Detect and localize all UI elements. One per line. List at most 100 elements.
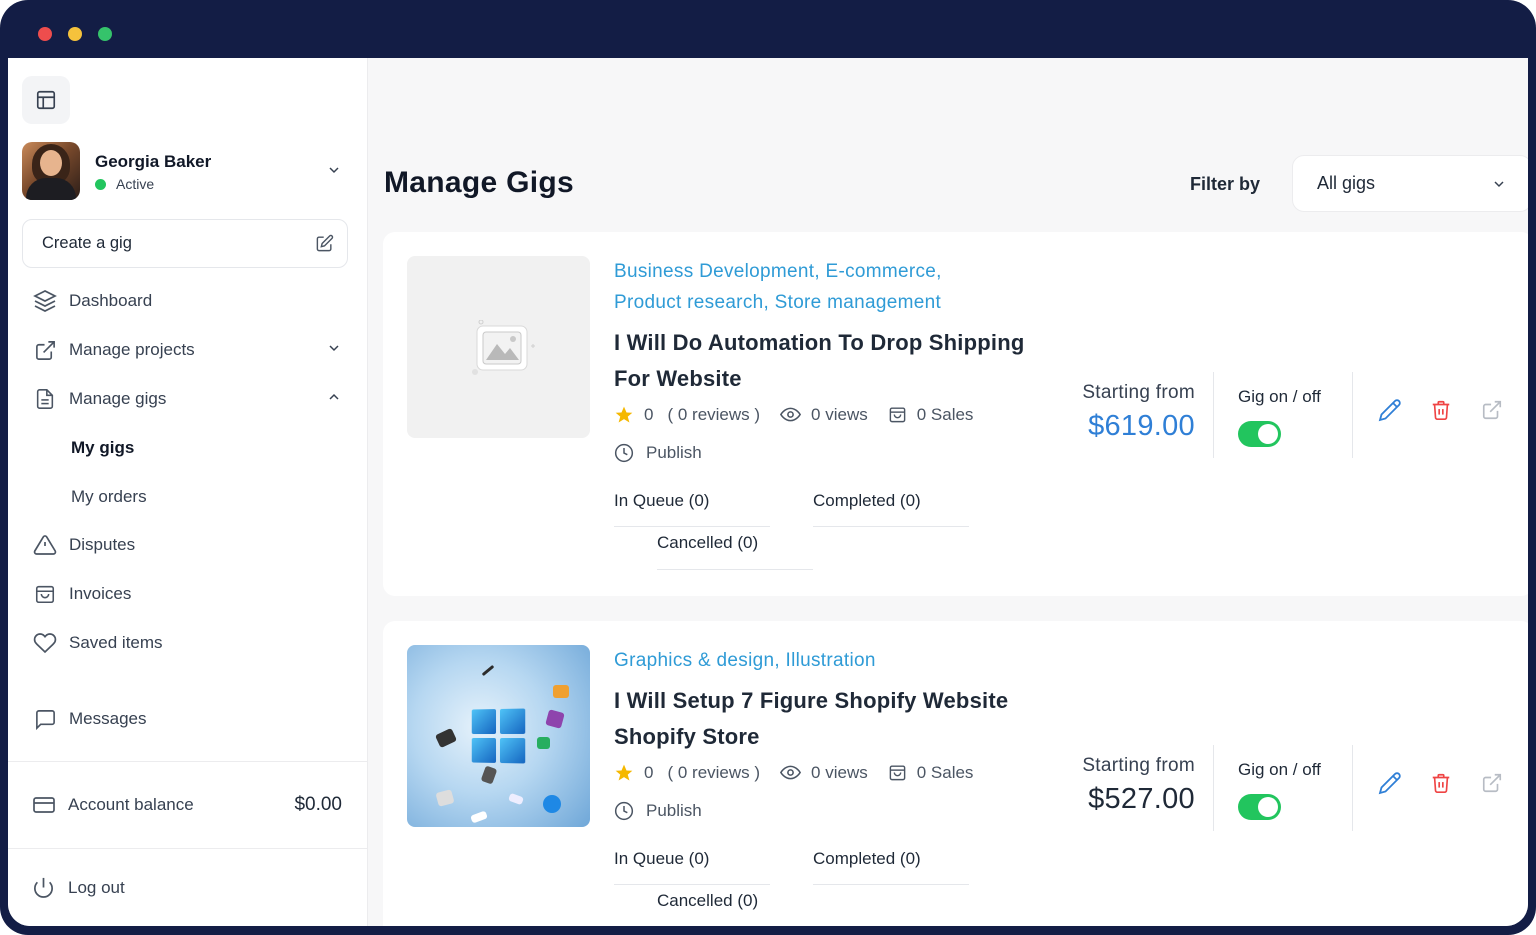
eye-icon xyxy=(780,407,802,422)
edit-gig-button[interactable] xyxy=(1376,396,1404,424)
gig-card: Graphics & design, Illustration I Will S… xyxy=(383,621,1528,926)
trash-icon xyxy=(1432,773,1450,793)
gig-sales-value: 0 Sales xyxy=(916,404,974,424)
filter-label: Filter by xyxy=(1190,174,1261,194)
edit-gig-button[interactable] xyxy=(1376,769,1404,797)
bag-icon xyxy=(889,407,906,423)
price-value: $619.00 xyxy=(1088,410,1195,442)
chevron-down-icon[interactable] xyxy=(326,162,342,183)
filter-select[interactable]: All gigs xyxy=(1292,155,1528,212)
tab-cancelled[interactable]: Cancelled (0) xyxy=(657,533,758,553)
tab-in-queue[interactable]: In Queue (0) xyxy=(614,491,709,511)
bag-icon xyxy=(32,581,58,607)
clock-icon xyxy=(614,443,634,463)
layout-icon xyxy=(36,90,56,110)
tab-completed[interactable]: Completed (0) xyxy=(813,849,921,869)
gig-categories-line: Business Development, E-commerce, xyxy=(614,261,942,282)
gig-stats: 0 ( 0 reviews ) 0 views 0 Sales xyxy=(614,404,993,425)
sidebar-item-manage-gigs[interactable]: Manage gigs xyxy=(32,381,342,417)
sidebar-item-invoices[interactable]: Invoices xyxy=(32,576,342,612)
account-balance-value: $0.00 xyxy=(294,794,342,815)
tab-underline xyxy=(614,884,770,885)
window-frame: Georgia Baker Active Create a gig Dashbo… xyxy=(0,0,1536,935)
sidebar-item-messages[interactable]: Messages xyxy=(32,701,342,737)
gig-views: 0 views xyxy=(780,762,868,783)
gig-categories[interactable]: Business Development, E-commerce, Produc… xyxy=(614,256,942,318)
user-profile[interactable]: Georgia Baker Active xyxy=(22,142,342,202)
maximize-window-button[interactable] xyxy=(98,27,112,41)
gig-on-off-toggle[interactable] xyxy=(1238,794,1281,820)
vertical-divider xyxy=(1352,372,1353,458)
avatar xyxy=(22,142,80,200)
gig-on-off-toggle[interactable] xyxy=(1238,421,1281,447)
gig-views-value: 0 views xyxy=(811,404,868,424)
gig-categories-line: Product research, Store management xyxy=(614,292,942,313)
sidebar-item-disputes[interactable]: Disputes xyxy=(32,527,342,563)
external-link-icon xyxy=(1482,773,1502,793)
gig-categories[interactable]: Graphics & design, Illustration xyxy=(614,645,876,676)
layers-icon xyxy=(32,288,58,314)
sidebar-divider xyxy=(8,761,368,762)
vertical-divider xyxy=(1213,745,1214,831)
user-name: Georgia Baker xyxy=(95,152,212,171)
gig-publish-status: Publish xyxy=(614,443,702,463)
sidebar-item-label: Invoices xyxy=(69,584,132,603)
app-screen: Georgia Baker Active Create a gig Dashbo… xyxy=(8,58,1528,926)
sidebar-item-label: Dashboard xyxy=(69,291,153,310)
vertical-divider xyxy=(1213,372,1214,458)
gig-title-line: For Website xyxy=(614,366,742,391)
gig-title[interactable]: I Will Setup 7 Figure Shopify Website Sh… xyxy=(614,683,1008,755)
tab-cancelled[interactable]: Cancelled (0) xyxy=(657,891,758,911)
tab-completed[interactable]: Completed (0) xyxy=(813,491,921,511)
bag-icon xyxy=(889,765,906,781)
tab-in-queue[interactable]: In Queue (0) xyxy=(614,849,709,869)
delete-gig-button[interactable] xyxy=(1427,396,1455,424)
star-icon xyxy=(615,764,633,780)
window-controls xyxy=(38,27,112,41)
open-gig-button[interactable] xyxy=(1478,769,1506,797)
delete-gig-button[interactable] xyxy=(1427,769,1455,797)
gig-rating-value: 0 xyxy=(644,404,654,424)
edit-square-icon xyxy=(316,234,334,252)
gig-title-line: I Will Do Automation To Drop Shipping xyxy=(614,330,1025,355)
gig-status-label: Publish xyxy=(646,801,702,820)
gig-reviews: ( 0 reviews ) xyxy=(667,762,761,782)
chevron-up-icon xyxy=(326,389,342,410)
account-balance[interactable]: Account balance $0.00 xyxy=(32,790,342,820)
sidebar-subitem-my-gigs[interactable]: My gigs xyxy=(71,438,134,458)
external-link-icon xyxy=(1482,400,1502,420)
document-icon xyxy=(32,386,58,412)
sidebar-subitem-my-orders[interactable]: My orders xyxy=(71,487,147,507)
sidebar-item-label: Saved items xyxy=(69,633,163,652)
credit-card-icon xyxy=(32,793,58,817)
minimize-window-button[interactable] xyxy=(68,27,82,41)
tab-underline xyxy=(813,526,969,527)
sidebar: Georgia Baker Active Create a gig Dashbo… xyxy=(8,58,368,926)
windows-logo-icon xyxy=(471,708,526,764)
gig-sales: 0 Sales xyxy=(888,404,974,425)
filter-selected-value: All gigs xyxy=(1317,173,1376,193)
sidebar-item-saved-items[interactable]: Saved items xyxy=(32,625,342,661)
heart-icon xyxy=(32,630,58,656)
sidebar-item-dashboard[interactable]: Dashboard xyxy=(32,283,342,319)
open-gig-button[interactable] xyxy=(1478,396,1506,424)
gig-thumbnail[interactable] xyxy=(407,256,590,438)
star-icon xyxy=(615,406,633,422)
sidebar-item-manage-projects[interactable]: Manage projects xyxy=(32,332,342,368)
price-label: Starting from xyxy=(1082,755,1195,776)
toggle-sidebar-button[interactable] xyxy=(22,76,70,124)
close-window-button[interactable] xyxy=(38,27,52,41)
sidebar-divider xyxy=(8,848,368,849)
gig-title-line: I Will Setup 7 Figure Shopify Website xyxy=(614,688,1009,713)
create-gig-label: Create a gig xyxy=(42,234,132,252)
gig-thumbnail[interactable] xyxy=(407,645,590,827)
create-gig-button[interactable]: Create a gig xyxy=(22,219,348,268)
gig-sales-value: 0 Sales xyxy=(916,762,974,782)
gig-status-label: Publish xyxy=(646,443,702,462)
pencil-icon xyxy=(1378,772,1401,795)
trash-icon xyxy=(1432,400,1450,420)
chevron-down-icon xyxy=(326,340,342,361)
gig-title[interactable]: I Will Do Automation To Drop Shipping Fo… xyxy=(614,325,1024,397)
logout-button[interactable]: Log out xyxy=(32,876,125,899)
tab-underline xyxy=(657,569,813,570)
